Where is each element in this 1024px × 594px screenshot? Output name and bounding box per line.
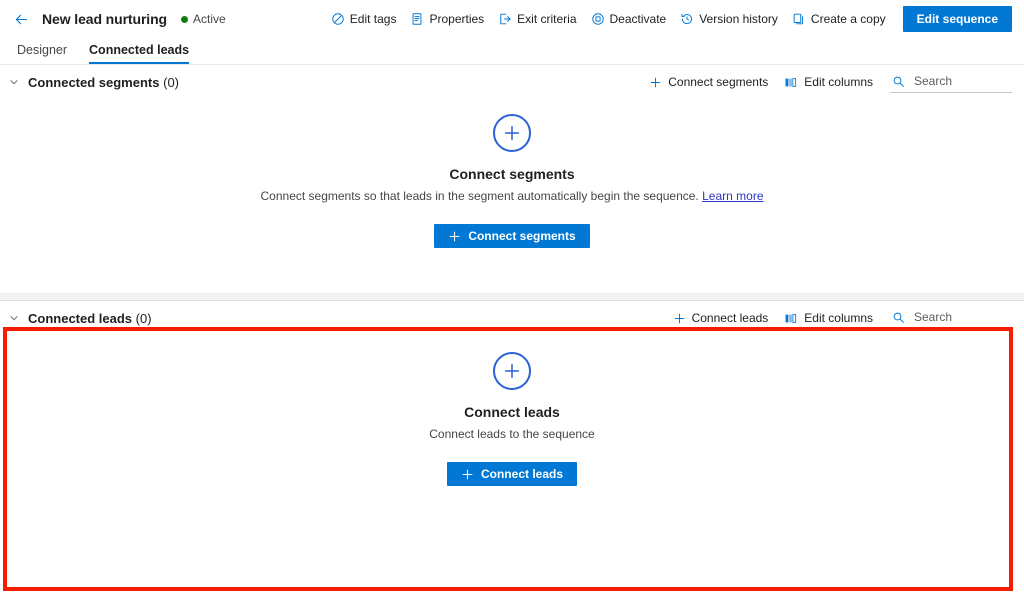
plus-icon	[461, 468, 474, 481]
connect-leads-primary-button[interactable]: Connect leads	[446, 462, 578, 486]
button-label: Connect leads	[480, 467, 564, 481]
tool-label: Connect segments	[668, 75, 769, 89]
connected-leads-empty-state: Connect leads Connect leads to the seque…	[0, 352, 1024, 486]
page-title: New lead nurturing	[42, 11, 167, 27]
command-label: Properties	[429, 12, 485, 26]
connected-segments-header: Connected segments (0) Connect segments	[0, 65, 1024, 99]
command-bar: Edit tags Properties Exit criteria Deact…	[324, 6, 1012, 32]
search-input[interactable]	[912, 73, 1010, 89]
plus-icon	[448, 230, 461, 243]
command-label: Deactivate	[609, 12, 667, 26]
history-clock-icon	[680, 12, 694, 26]
edit-columns-icon	[784, 312, 798, 325]
command-edit-tags[interactable]: Edit tags	[324, 8, 404, 30]
empty-state-description: Connect leads to the sequence	[429, 427, 595, 441]
command-label: Edit tags	[349, 12, 397, 26]
section-divider	[0, 293, 1024, 301]
tool-label: Connect leads	[691, 311, 769, 325]
command-label: Exit criteria	[517, 12, 577, 26]
section-count: (0)	[163, 74, 179, 90]
connect-segments-toolbar-button[interactable]: Connect segments	[644, 72, 773, 92]
search-input[interactable]	[912, 309, 1010, 325]
edit-sequence-button[interactable]: Edit sequence	[902, 6, 1012, 32]
search-icon	[892, 311, 905, 324]
section-count: (0)	[135, 310, 152, 326]
connected-leads-toolbar: Connect leads Edit columns	[668, 307, 1012, 329]
section-title-text: Connected segments	[28, 74, 160, 90]
page-header: New lead nurturing Active Edit tags Prop…	[0, 3, 1024, 35]
connected-leads-title: Connected leads (0)	[28, 311, 152, 326]
edit-columns-button[interactable]: Edit columns	[779, 308, 878, 328]
back-arrow-icon[interactable]	[8, 6, 34, 32]
plus-icon	[673, 312, 686, 325]
chevron-down-icon[interactable]	[0, 312, 28, 324]
tab-strip: Designer Connected leads	[0, 35, 1024, 65]
exit-arrow-icon	[498, 12, 512, 26]
connected-segments-section: Connected segments (0) Connect segments	[0, 65, 1024, 293]
plus-icon	[649, 76, 662, 89]
learn-more-link[interactable]: Learn more	[702, 189, 763, 203]
empty-state-description: Connect segments so that leads in the se…	[261, 189, 764, 203]
connected-segments-toolbar: Connect segments Edit columns	[644, 71, 1012, 93]
command-label: Create a copy	[810, 12, 886, 26]
command-properties[interactable]: Properties	[403, 8, 491, 30]
status-label: Active	[193, 12, 226, 26]
empty-state-title: Connect segments	[449, 166, 575, 182]
connected-leads-header: Connected leads (0) Connect leads Edit c…	[0, 301, 1024, 335]
empty-state-title: Connect leads	[464, 404, 560, 420]
edit-columns-button[interactable]: Edit columns	[779, 72, 878, 92]
tag-icon	[331, 12, 345, 26]
button-label: Connect segments	[468, 229, 576, 243]
edit-columns-icon	[784, 76, 798, 89]
connected-leads-section: Connected leads (0) Connect leads Edit c…	[0, 301, 1024, 556]
status-badge: Active	[181, 12, 226, 26]
empty-state-description-text: Connect segments so that leads in the se…	[260, 189, 699, 203]
command-create-a-copy[interactable]: Create a copy	[785, 8, 893, 30]
connected-segments-search[interactable]	[890, 71, 1012, 93]
copy-icon	[792, 12, 806, 26]
status-dot-icon	[181, 15, 188, 23]
connected-segments-empty-state: Connect segments Connect segments so tha…	[0, 114, 1024, 248]
command-label: Version history	[699, 12, 778, 26]
properties-document-icon	[410, 12, 424, 26]
connect-leads-toolbar-button[interactable]: Connect leads	[668, 308, 774, 328]
plus-circle-icon	[493, 114, 531, 152]
deactivate-circle-icon	[591, 12, 605, 26]
tool-label: Edit columns	[804, 75, 873, 89]
command-exit-criteria[interactable]: Exit criteria	[491, 8, 583, 30]
plus-circle-icon	[493, 352, 531, 390]
connected-leads-search[interactable]	[890, 307, 1012, 329]
tab-designer[interactable]: Designer	[17, 43, 67, 64]
tool-label: Edit columns	[804, 311, 873, 325]
connect-segments-primary-button[interactable]: Connect segments	[434, 224, 590, 248]
chevron-down-icon[interactable]	[0, 76, 28, 88]
search-icon	[892, 75, 905, 88]
connected-segments-title: Connected segments (0)	[28, 75, 179, 90]
command-version-history[interactable]: Version history	[673, 8, 785, 30]
command-deactivate[interactable]: Deactivate	[584, 8, 674, 30]
section-title-text: Connected leads	[28, 310, 133, 326]
tab-connected-leads[interactable]: Connected leads	[89, 43, 190, 64]
app-page: New lead nurturing Active Edit tags Prop…	[0, 3, 1024, 594]
